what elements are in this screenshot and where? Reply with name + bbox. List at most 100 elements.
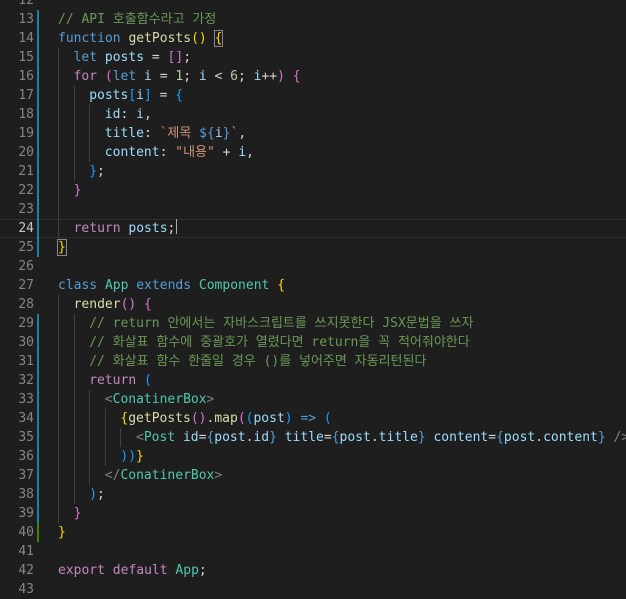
code-text[interactable]: // 화살표 함수에 중괄호가 열렸다면 return을 꼭 적어줘야한다 bbox=[89, 333, 470, 352]
code-line[interactable]: 36))} bbox=[0, 447, 626, 466]
modified-line-marker[interactable] bbox=[37, 390, 39, 409]
modified-line-marker[interactable] bbox=[37, 162, 39, 181]
indent-guide bbox=[58, 48, 59, 67]
code-text[interactable]: {getPosts().map((post) => ( bbox=[120, 409, 331, 428]
code-line[interactable]: 41 bbox=[0, 542, 626, 561]
code-line[interactable]: 16 for (let i = 1; i < 6; i++) { bbox=[0, 67, 626, 86]
modified-line-marker[interactable] bbox=[37, 181, 39, 200]
modified-line-marker[interactable] bbox=[37, 200, 39, 219]
indent-guide bbox=[58, 86, 59, 105]
code-editor[interactable]: 12 13// API 호출함수라고 가정 14 function getPosts(… bbox=[0, 0, 626, 599]
code-line[interactable]: 26 bbox=[0, 257, 626, 276]
added-line-marker[interactable] bbox=[37, 523, 39, 542]
modified-line-marker[interactable] bbox=[37, 238, 39, 257]
modified-line-marker[interactable] bbox=[37, 29, 39, 48]
code-line[interactable]: 30 // 화살표 함수에 중괄호가 열렸다면 return을 꼭 적어줘야한다 bbox=[0, 333, 626, 352]
modified-line-marker[interactable] bbox=[37, 105, 39, 124]
code-text[interactable]: function getPosts() { bbox=[58, 29, 224, 48]
code-line[interactable]: 21}; bbox=[0, 162, 626, 181]
modified-line-marker[interactable] bbox=[37, 48, 39, 67]
code-text[interactable]: content: "내용" + i, bbox=[105, 143, 254, 162]
code-text[interactable]: } bbox=[57, 238, 67, 257]
modified-line-marker[interactable] bbox=[37, 409, 39, 428]
code-line[interactable]: 17 posts[i] = { bbox=[0, 86, 626, 105]
code-line[interactable]: 25} bbox=[0, 238, 626, 257]
code-text[interactable]: // return 안에서는 자바스크립트를 쓰지못한다 JSX문법을 쓰자 bbox=[89, 314, 473, 333]
code-line[interactable]: 19 title: `제목 ${i}`, bbox=[0, 124, 626, 143]
modified-line-marker[interactable] bbox=[37, 314, 39, 333]
code-text[interactable]: return posts; bbox=[74, 219, 178, 238]
code-text[interactable]: <ConatinerBox> bbox=[105, 390, 215, 409]
code-line[interactable]: 14 function getPosts() { bbox=[0, 29, 626, 48]
code-text[interactable]: <Post id={post.id} title={post.title} co… bbox=[136, 428, 626, 447]
code-token: ConatinerBox bbox=[112, 392, 207, 407]
line-number: 25 bbox=[18, 240, 34, 255]
modified-line-marker[interactable] bbox=[37, 371, 39, 390]
code-line[interactable]: 37 </ConatinerBox> bbox=[0, 466, 626, 485]
code-text[interactable]: export default App; bbox=[58, 561, 207, 580]
code-text[interactable]: id: i, bbox=[105, 105, 152, 124]
code-line[interactable]: 38); bbox=[0, 485, 626, 504]
code-line[interactable]: 29 // return 안에서는 자바스크립트를 쓰지못한다 JSX문법을 쓰자 bbox=[0, 314, 626, 333]
code-text[interactable]: } bbox=[74, 504, 82, 523]
modified-line-marker[interactable] bbox=[37, 124, 39, 143]
code-line[interactable]: 34 {getPosts().map((post) => ( bbox=[0, 409, 626, 428]
code-text[interactable]: </ConatinerBox> bbox=[105, 466, 222, 485]
code-line[interactable]: 28 render() { bbox=[0, 295, 626, 314]
code-text[interactable]: let posts = []; bbox=[74, 48, 191, 67]
code-line[interactable]: 39} bbox=[0, 504, 626, 523]
modified-line-marker[interactable] bbox=[37, 466, 39, 485]
code-line[interactable]: 23 bbox=[0, 200, 626, 219]
code-line[interactable]: 12 bbox=[0, 0, 626, 10]
code-text[interactable]: } bbox=[58, 523, 66, 542]
modified-line-marker[interactable] bbox=[37, 86, 39, 105]
modified-line-marker[interactable] bbox=[37, 352, 39, 371]
modified-line-marker[interactable] bbox=[37, 485, 39, 504]
code-line[interactable]: 15 let posts = []; bbox=[0, 48, 626, 67]
code-token: title bbox=[104, 126, 144, 141]
code-text[interactable]: class App extends Component { bbox=[58, 276, 285, 295]
code-token: ++ bbox=[261, 69, 278, 84]
modified-line-marker[interactable] bbox=[37, 428, 39, 447]
code-text[interactable]: ))} bbox=[120, 447, 143, 466]
modified-line-marker[interactable] bbox=[37, 67, 39, 86]
code-text[interactable]: for (let i = 1; i < 6; i++) { bbox=[74, 67, 301, 86]
code-token: ; bbox=[183, 50, 192, 65]
code-text[interactable]: posts[i] = { bbox=[89, 86, 183, 105]
line-number: 21 bbox=[18, 164, 34, 179]
code-token: , bbox=[143, 107, 152, 122]
modified-line-marker[interactable] bbox=[37, 10, 39, 29]
code-line[interactable]: 40} bbox=[0, 523, 626, 542]
code-line[interactable]: 35 <Post id={post.id} title={post.title} … bbox=[0, 428, 626, 447]
code-token: [ bbox=[128, 88, 137, 103]
code-line[interactable]: 32 return ( bbox=[0, 371, 626, 390]
code-text[interactable]: } bbox=[74, 181, 82, 200]
code-token: = bbox=[151, 69, 176, 84]
code-line[interactable]: 42 export default App; bbox=[0, 561, 626, 580]
code-text[interactable]: // 화살표 함수 한줄일 경우 ()를 넣어주면 자동리턴된다 bbox=[89, 352, 426, 371]
modified-line-marker[interactable] bbox=[37, 143, 39, 162]
code-text[interactable]: ); bbox=[89, 485, 105, 504]
code-line[interactable]: 18 id: i, bbox=[0, 105, 626, 124]
code-line[interactable]: 27 class App extends Component { bbox=[0, 276, 626, 295]
code-line[interactable]: 43 bbox=[0, 580, 626, 599]
modified-line-marker[interactable] bbox=[37, 219, 39, 238]
modified-line-marker[interactable] bbox=[37, 447, 39, 466]
code-line[interactable]: 31 // 화살표 함수 한줄일 경우 ()를 넣어주면 자동리턴된다 bbox=[0, 352, 626, 371]
code-line[interactable]: 20 content: "내용" + i, bbox=[0, 143, 626, 162]
code-text[interactable]: title: `제목 ${i}`, bbox=[105, 124, 246, 143]
code-line[interactable]: 13 // API 호출함수라고 가정 bbox=[0, 10, 626, 29]
code-line[interactable]: 22} bbox=[0, 181, 626, 200]
code-line[interactable]: 24 return posts; bbox=[0, 219, 626, 238]
code-text[interactable]: return ( bbox=[89, 371, 152, 390]
modified-line-marker[interactable] bbox=[37, 333, 39, 352]
indent-guide bbox=[104, 447, 106, 466]
line-number: 37 bbox=[18, 468, 34, 483]
code-text[interactable]: }; bbox=[89, 162, 105, 181]
code-text[interactable]: // API 호출함수라고 가정 bbox=[58, 10, 216, 29]
modified-line-marker[interactable] bbox=[37, 504, 39, 523]
code-token: /> bbox=[613, 430, 626, 445]
code-line[interactable]: 33 <ConatinerBox> bbox=[0, 390, 626, 409]
code-text[interactable]: render() { bbox=[74, 295, 152, 314]
